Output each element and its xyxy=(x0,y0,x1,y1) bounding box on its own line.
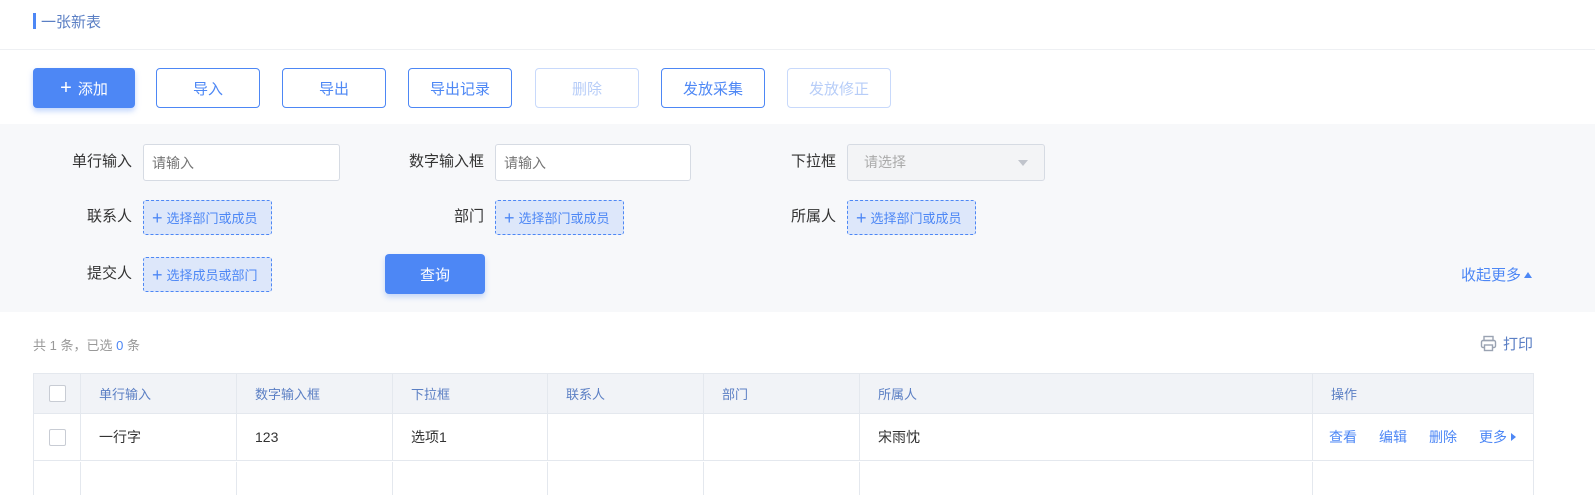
empty-cell xyxy=(34,462,81,495)
dropdown-placeholder: 请选择 xyxy=(864,154,906,170)
query-button[interactable]: 查询 xyxy=(385,254,485,294)
row-checkbox[interactable] xyxy=(49,428,66,446)
distribute-collect-button[interactable]: 发放采集 xyxy=(661,68,765,108)
empty-cell xyxy=(237,462,393,495)
contact-label: 联系人 xyxy=(86,208,132,225)
column-header[interactable]: 部门 xyxy=(704,374,860,413)
number-input[interactable] xyxy=(495,144,691,181)
plus-icon: + xyxy=(856,207,867,228)
dept-picker-label: 选择部门或成员 xyxy=(518,211,610,226)
owner-picker-label: 选择部门或成员 xyxy=(870,211,962,226)
single-line-label: 单行输入 xyxy=(71,153,132,170)
column-header[interactable]: 数字输入框 xyxy=(237,374,393,413)
delete-button[interactable]: 删除 xyxy=(535,68,639,108)
caret-down-icon xyxy=(1018,160,1028,166)
empty-row xyxy=(34,462,1533,495)
export-log-button[interactable]: 导出记录 xyxy=(408,68,512,108)
plus-icon: + xyxy=(152,264,163,285)
empty-cell xyxy=(860,462,1313,495)
data-table: 单行输入 数字输入框 下拉框 联系人 部门 所属人 操作 一行字 123 选项1… xyxy=(33,373,1534,495)
delete-link[interactable]: 删除 xyxy=(1429,427,1457,447)
add-button[interactable]: + 添加 xyxy=(33,68,135,108)
plus-icon: + xyxy=(60,77,72,99)
table-cell: 选项1 xyxy=(393,414,548,460)
table-cell xyxy=(704,414,860,460)
column-header[interactable]: 联系人 xyxy=(548,374,704,413)
more-label: 更多 xyxy=(1479,429,1507,445)
import-button[interactable]: 导入 xyxy=(156,68,260,108)
contact-picker[interactable]: + 选择部门或成员 xyxy=(143,200,272,235)
count-suffix: 条 xyxy=(126,338,140,353)
print-label: 打印 xyxy=(1503,336,1534,353)
caret-up-icon xyxy=(1524,271,1533,278)
page-header: 一张新表 xyxy=(0,0,1595,50)
submitter-picker-label: 选择成员或部门 xyxy=(166,268,258,283)
view-link[interactable]: 查看 xyxy=(1329,427,1357,447)
plus-icon: + xyxy=(504,207,515,228)
row-actions: 查看 编辑 删除 更多 xyxy=(1313,414,1535,460)
dept-label: 部门 xyxy=(453,208,484,225)
collapse-more-label: 收起更多 xyxy=(1461,267,1522,284)
empty-cell xyxy=(704,462,860,495)
table-cell: 一行字 xyxy=(81,414,237,460)
submitter-picker[interactable]: + 选择成员或部门 xyxy=(143,257,272,292)
more-link[interactable]: 更多 xyxy=(1479,427,1516,447)
table-cell: 123 xyxy=(237,414,393,460)
add-button-label: 添加 xyxy=(77,80,108,98)
single-line-input[interactable] xyxy=(143,144,340,181)
column-header[interactable]: 单行输入 xyxy=(81,374,237,413)
dropdown-select[interactable]: 请选择 xyxy=(847,144,1045,181)
contact-picker-label: 选择部门或成员 xyxy=(166,211,258,226)
dept-picker[interactable]: + 选择部门或成员 xyxy=(495,200,624,235)
print-button[interactable]: 打印 xyxy=(1480,333,1533,354)
select-all-checkbox[interactable] xyxy=(49,385,66,402)
empty-cell xyxy=(81,462,237,495)
table-header: 单行输入 数字输入框 下拉框 联系人 部门 所属人 操作 xyxy=(34,374,1533,414)
column-header[interactable]: 所属人 xyxy=(860,374,1313,413)
column-header: 操作 xyxy=(1331,387,1358,402)
empty-cell xyxy=(548,462,704,495)
dropdown-label: 下拉框 xyxy=(790,153,836,170)
owner-picker[interactable]: + 选择部门或成员 xyxy=(847,200,976,235)
column-header[interactable]: 下拉框 xyxy=(393,374,548,413)
distribute-modify-button[interactable]: 发放修正 xyxy=(787,68,891,108)
selected-count: 0 xyxy=(116,338,124,353)
printer-icon xyxy=(1480,335,1497,352)
row-checkbox-cell xyxy=(34,414,81,460)
page-title: 一张新表 xyxy=(41,13,102,31)
submitter-label: 提交人 xyxy=(86,265,132,282)
owner-label: 所属人 xyxy=(790,208,836,225)
page-title-wrap: 一张新表 xyxy=(33,12,102,31)
table-cell xyxy=(548,414,704,460)
collapse-more-link[interactable]: 收起更多 xyxy=(1461,264,1533,285)
number-label: 数字输入框 xyxy=(408,153,484,170)
count-prefix: 共 1 条，已选 xyxy=(33,338,113,353)
plus-icon: + xyxy=(152,207,163,228)
toolbar: + 添加 导入 导出 导出记录 删除 发放采集 发放修正 xyxy=(0,68,1595,108)
empty-cell xyxy=(393,462,548,495)
table-row: 一行字 123 选项1 宋雨忱 查看 编辑 删除 更多 xyxy=(34,414,1533,461)
title-accent-bar xyxy=(33,13,36,29)
header-checkbox-cell xyxy=(34,374,81,413)
record-count: 共 1 条，已选 0 条 xyxy=(33,335,140,354)
edit-link[interactable]: 编辑 xyxy=(1379,427,1407,447)
export-button[interactable]: 导出 xyxy=(282,68,386,108)
table-cell: 宋雨忱 xyxy=(860,414,1313,460)
caret-right-icon xyxy=(1511,433,1516,441)
